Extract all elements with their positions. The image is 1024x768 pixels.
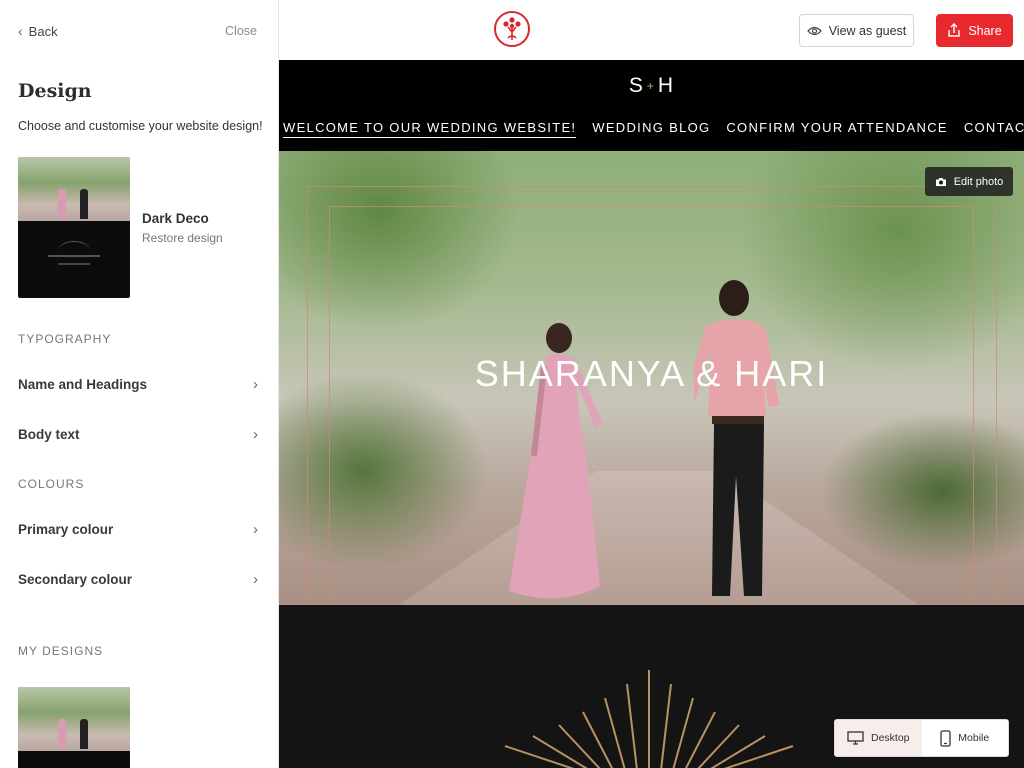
chevron-left-icon: ‹	[18, 23, 23, 39]
bouquet-icon[interactable]	[494, 11, 530, 47]
bouquet-icon-graphic	[503, 17, 521, 40]
mobile-view-button[interactable]: Mobile	[922, 720, 1009, 756]
site-monogram: S + H	[279, 74, 1024, 98]
hero-title: SHARANYA & HARI	[474, 353, 829, 394]
chevron-right-icon: ›	[253, 570, 258, 588]
nav-link-contact-us[interactable]: CONTACT US	[964, 120, 1024, 135]
monogram-plus: +	[646, 79, 655, 94]
eye-icon	[806, 26, 822, 35]
thumbnail-figure	[80, 189, 88, 219]
my-design-thumbnail[interactable]	[18, 687, 130, 768]
phone-icon	[940, 729, 951, 747]
thumbnail-deco	[58, 241, 90, 261]
view-as-guest-button[interactable]: View as guest	[799, 14, 914, 47]
monogram-right: H	[657, 74, 675, 97]
design-sidebar: ‹ Back Close Design Choose and customise…	[0, 0, 279, 768]
chevron-right-icon: ›	[253, 520, 258, 538]
thumbnail-figure	[58, 189, 66, 219]
monitor-icon	[847, 731, 864, 745]
device-toggle: Desktop Mobile	[834, 719, 1009, 757]
sidebar-subtitle: Choose and customise your website design…	[18, 119, 263, 133]
row-label: Body text	[18, 426, 80, 442]
chevron-right-icon: ›	[253, 425, 258, 443]
thumbnail-figure	[80, 719, 88, 749]
nav-link-confirm-attendance[interactable]: CONFIRM YOUR ATTENDANCE	[726, 120, 948, 135]
thumbnail-text-line	[48, 255, 100, 257]
close-button[interactable]: Close	[225, 24, 257, 38]
groom-figure	[694, 280, 780, 596]
thumbnail-figure	[58, 719, 66, 749]
monogram-left: S	[628, 74, 644, 97]
hero-photo: SHARANYA & HARI Edit photo	[279, 151, 1024, 605]
camera-icon	[935, 177, 946, 186]
name-and-headings-row[interactable]: Name and Headings ›	[18, 370, 258, 398]
thumbnail-photo	[18, 687, 130, 751]
current-design-name: Dark Deco	[142, 211, 209, 226]
nav-link-wedding-blog[interactable]: WEDDING BLOG	[592, 120, 710, 135]
editor-topbar: View as guest Share	[279, 0, 1024, 60]
back-label: Back	[28, 23, 58, 39]
chevron-right-icon: ›	[253, 375, 258, 393]
share-icon	[948, 23, 961, 37]
secondary-colour-row[interactable]: Secondary colour ›	[18, 565, 258, 593]
current-design-thumbnail[interactable]	[18, 157, 130, 298]
my-designs-section-label: MY DESIGNS	[18, 644, 104, 658]
thumbnail-photo	[18, 157, 130, 221]
primary-colour-row[interactable]: Primary colour ›	[18, 515, 258, 543]
mobile-label: Mobile	[958, 732, 990, 744]
hero-frame-inner	[329, 206, 974, 605]
desktop-view-button[interactable]: Desktop	[835, 720, 922, 756]
desktop-label: Desktop	[870, 732, 910, 744]
thumbnail-text-line	[58, 263, 90, 265]
edit-photo-label: Edit photo	[953, 175, 1004, 188]
sidebar-title: Design	[18, 80, 92, 102]
row-label: Primary colour	[18, 521, 114, 537]
nav-link-welcome[interactable]: WELCOME TO OUR WEDDING WEBSITE!	[283, 120, 577, 138]
sidebar-header: ‹ Back Close	[0, 0, 278, 60]
website-preview: S + H WELCOME TO OUR WEDDING WEBSITE! WEDD…	[279, 60, 1024, 768]
typography-section-label: TYPOGRAPHY	[18, 332, 112, 346]
site-nav-links: WELCOME TO OUR WEDDING WEBSITE! WEDDING …	[283, 120, 1024, 138]
edit-photo-button[interactable]: Edit photo	[925, 167, 1013, 196]
body-text-row[interactable]: Body text ›	[18, 420, 258, 448]
row-label: Secondary colour	[18, 571, 133, 587]
view-as-guest-label: View as guest	[828, 23, 907, 38]
back-button[interactable]: ‹ Back	[18, 23, 58, 39]
share-label: Share	[968, 23, 1002, 38]
restore-design-link[interactable]: Restore design	[142, 231, 223, 245]
site-header: S + H WELCOME TO OUR WEDDING WEBSITE! WEDD…	[279, 60, 1024, 151]
art-deco-sunburst	[504, 670, 794, 768]
colours-section-label: COLOURS	[18, 477, 85, 491]
row-label: Name and Headings	[18, 376, 148, 392]
share-button[interactable]: Share	[936, 14, 1013, 47]
